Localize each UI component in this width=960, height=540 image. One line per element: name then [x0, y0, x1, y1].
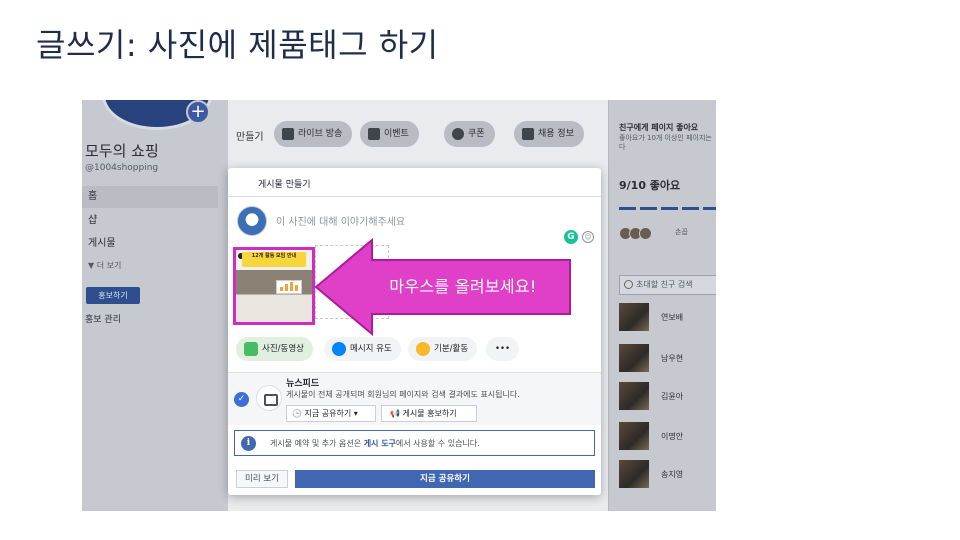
friend-photo: [619, 422, 649, 450]
page-name: 모두의 쇼핑: [85, 142, 159, 160]
likes-count: 9/10 좋아요: [619, 179, 681, 192]
liked-avatars: [619, 227, 652, 243]
job-label: 채용 정보: [538, 129, 574, 139]
info-icon: i: [241, 436, 256, 451]
friend-photo: [619, 382, 649, 410]
briefcase-icon: [522, 128, 534, 140]
photo-video-button[interactable]: 사진/동영상: [236, 337, 313, 361]
more-icon: •••: [495, 344, 511, 354]
photo-icon: [244, 342, 258, 356]
feeling-activity-button[interactable]: 기분/활동: [408, 337, 478, 361]
share-timing-label: 지금 공유하기: [304, 409, 352, 418]
coupon-icon: [452, 128, 464, 140]
notice-text-start: 게시물 예약 및 추가 옵션은: [270, 439, 364, 448]
invite-subtitle: 좋아요가 10개 이상인 페이지는 다: [619, 134, 712, 151]
friend-name: 김윤아: [661, 392, 684, 401]
emoji-icon: [416, 342, 430, 356]
friend-photo: [619, 303, 649, 331]
notice-text-end: 에서 사용할 수 있습니다.: [395, 439, 480, 448]
likes-progress-bar: [619, 207, 716, 210]
thumbnail-banner: 12개 활동 모임 안내: [242, 252, 306, 267]
sidebar-item-posts[interactable]: 게시물: [82, 233, 218, 255]
liked-by-text: 손꼽: [675, 228, 688, 236]
sidebar-item-home[interactable]: 홈: [82, 186, 218, 208]
news-feed-icon: [256, 385, 282, 411]
page-handle[interactable]: @1004shopping: [85, 163, 158, 173]
avatar: [237, 206, 267, 236]
friend-photo: [619, 460, 649, 488]
promote-post-button[interactable]: 📢 게시물 홍보하기: [381, 405, 477, 422]
create-post-dialog: 게시물 만들기 이 사진에 대해 이야기해주세요 G ☺ 12개 활동 모임 안…: [228, 168, 601, 495]
message-cta-button[interactable]: 메시지 유도: [324, 337, 401, 361]
page-sidebar: + 모두의 쇼핑 @1004shopping 홈 샵 게시물 ▼ 더 보기 홍보…: [82, 100, 228, 511]
friend-name: 남우현: [661, 354, 684, 363]
right-column: 친구에게 페이지 좋아요 좋아요가 10개 이상인 페이지는 다 9/10 좋아…: [608, 100, 716, 511]
news-feed-title: 뉴스피드: [286, 379, 320, 389]
promote-button[interactable]: 홍보하기: [86, 287, 140, 304]
job-button[interactable]: 채용 정보: [514, 121, 584, 147]
event-label: 이벤트: [384, 129, 409, 139]
create-label: 만들기: [236, 132, 264, 143]
message-cta-label: 메시지 유도: [350, 344, 392, 354]
photo-thumbnail-highlight[interactable]: 12개 활동 모임 안내: [233, 247, 315, 325]
invite-title: 친구에게 페이지 좋아요: [619, 123, 699, 132]
friend-search-input[interactable]: 초대할 친구 검색: [619, 275, 716, 295]
callout-text: 마우스를 올려보세요!: [389, 277, 537, 296]
facebook-page-screenshot: + 모두의 쇼핑 @1004shopping 홈 샵 게시물 ▼ 더 보기 홍보…: [82, 100, 716, 511]
slide-title: 글쓰기: 사진에 제품태그 하기: [36, 26, 439, 64]
thumbnail-chart: [276, 280, 302, 294]
check-icon[interactable]: ✓: [234, 392, 249, 407]
slide: 글쓰기: 사진에 제품태그 하기 + 모두의 쇼핑 @1004shopping …: [0, 0, 960, 540]
coupon-button[interactable]: 쿠폰: [444, 121, 495, 147]
friend-photo: [619, 344, 649, 372]
friend-name: 이명안: [661, 432, 684, 441]
publishing-tools-notice: i 게시물 예약 및 추가 옵션은 게시 도구에서 사용할 수 있습니다.: [234, 430, 595, 456]
promotion-manage-link[interactable]: 홍보 관리: [85, 312, 121, 325]
post-text-input[interactable]: 이 사진에 대해 이야기해주세요: [276, 213, 405, 228]
notice-text: 게시물 예약 및 추가 옵션은 게시 도구에서 사용할 수 있습니다.: [270, 438, 480, 449]
share-now-button[interactable]: 지금 공유하기: [295, 470, 595, 488]
event-button[interactable]: 이벤트: [360, 121, 419, 147]
messenger-icon: [332, 342, 346, 356]
coupon-label: 쿠폰: [468, 129, 485, 139]
live-video-button[interactable]: 라이브 방송: [274, 121, 353, 147]
feeling-activity-label: 기분/활동: [434, 344, 469, 354]
friend-name: 송지영: [661, 470, 684, 479]
add-photo-icon[interactable]: +: [186, 100, 210, 124]
photo-video-label: 사진/동영상: [262, 344, 304, 354]
more-options-button[interactable]: •••: [486, 337, 520, 361]
calendar-icon: [368, 128, 380, 140]
photo-thumbnail[interactable]: 12개 활동 모임 안내: [236, 250, 312, 322]
news-feed-description: 게시물이 전체 공개되며 회원님의 페이지와 검색 결과에도 표시됩니다.: [286, 390, 520, 399]
video-icon: [282, 128, 294, 140]
dialog-title: 게시물 만들기: [228, 168, 601, 197]
news-feed-option: ✓ 뉴스피드 게시물이 전체 공개되며 회원님의 페이지와 검색 결과에도 표시…: [228, 373, 601, 425]
live-video-label: 라이브 방송: [298, 129, 343, 139]
preview-button[interactable]: 미리 보기: [236, 470, 288, 488]
sidebar-more[interactable]: ▼ 더 보기: [88, 260, 121, 271]
publishing-tools-link[interactable]: 게시 도구: [364, 439, 396, 448]
share-timing-select[interactable]: 🕒 지금 공유하기 ▾: [286, 405, 376, 422]
thumbnail-footer: [242, 308, 306, 318]
emoji-icon[interactable]: ☺: [582, 231, 594, 243]
promote-post-label: 게시물 홍보하기: [402, 409, 457, 418]
friend-name: 연보배: [661, 313, 684, 322]
create-toolbar: 만들기 라이브 방송 이벤트 쿠폰 채용 정보: [230, 118, 600, 150]
sidebar-item-shop[interactable]: 샵: [82, 210, 218, 232]
